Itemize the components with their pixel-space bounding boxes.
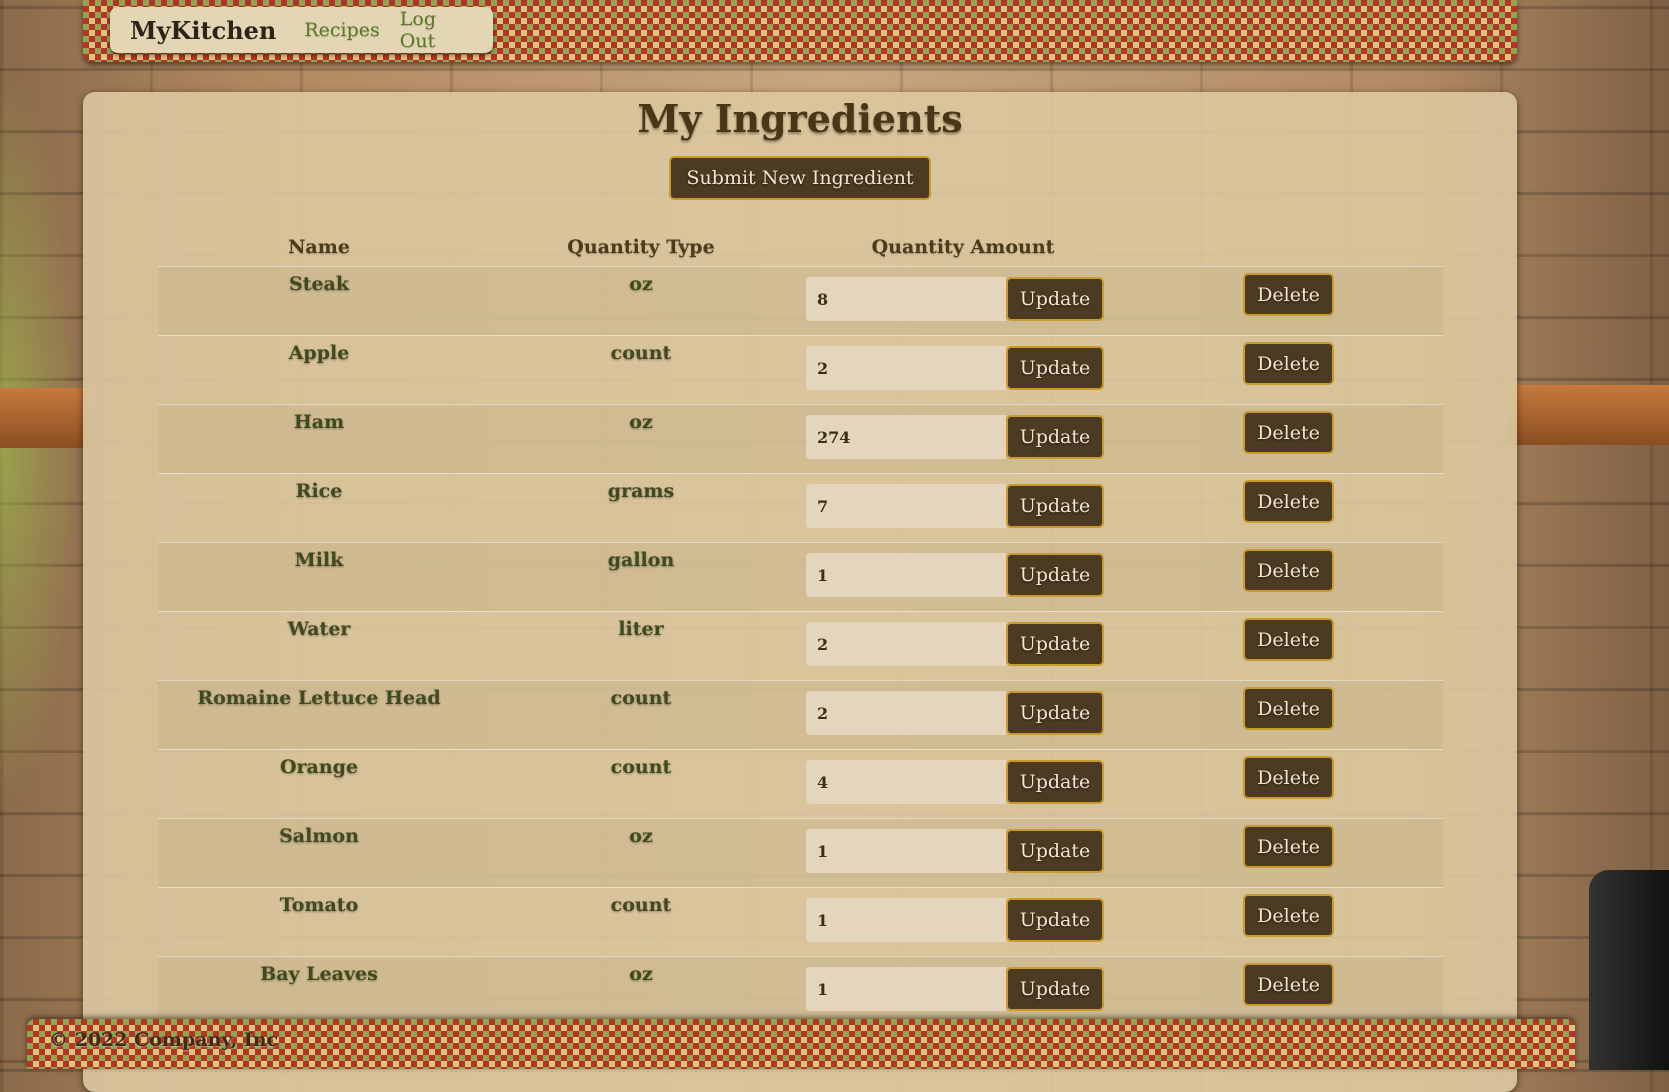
update-button[interactable]: Update [1006, 967, 1104, 1011]
table-body: Steak oz Update Delete Apple count Update Delet… [158, 266, 1443, 1025]
column-header-quantity-type: Quantity Type [567, 236, 715, 258]
ingredient-quantity-type: count [610, 687, 672, 709]
quantity-amount-input[interactable] [806, 898, 1006, 942]
quantity-amount-input[interactable] [806, 415, 1006, 459]
delete-button[interactable]: Delete [1243, 963, 1334, 1006]
ingredient-quantity-type: oz [629, 825, 653, 847]
background-blender [1589, 870, 1669, 1070]
table-row: Bay Leaves oz Update Delete [158, 956, 1443, 1025]
quantity-amount-input[interactable] [806, 277, 1006, 321]
table-row: Water liter Update Delete [158, 611, 1443, 680]
ingredient-quantity-type: grams [607, 480, 675, 502]
update-button[interactable]: Update [1006, 277, 1104, 321]
ingredient-quantity-type: liter [618, 618, 664, 640]
submit-new-ingredient-button[interactable]: Submit New Ingredient [669, 156, 931, 200]
delete-button[interactable]: Delete [1243, 342, 1334, 385]
brand-link[interactable]: MyKitchen [130, 16, 276, 45]
column-header-name: Name [288, 236, 350, 258]
ingredient-name: Rice [295, 480, 343, 502]
quantity-amount-input[interactable] [806, 691, 1006, 735]
quantity-amount-input[interactable] [806, 829, 1006, 873]
ingredients-table: Name Quantity Type Quantity Amount Steak… [158, 228, 1443, 1025]
table-row: Orange count Update Delete [158, 749, 1443, 818]
table-header-row: Name Quantity Type Quantity Amount [158, 228, 1443, 266]
ingredient-name: Salmon [279, 825, 359, 847]
update-button[interactable]: Update [1006, 484, 1104, 528]
table-row: Apple count Update Delete [158, 335, 1443, 404]
page-title: My Ingredients [637, 96, 963, 141]
table-row: Rice grams Update Delete [158, 473, 1443, 542]
nav-link-recipes[interactable]: Recipes [304, 19, 379, 41]
delete-button[interactable]: Delete [1243, 756, 1334, 799]
ingredients-panel: My Ingredients Submit New Ingredient Nam… [83, 92, 1517, 1092]
delete-button[interactable]: Delete [1243, 894, 1334, 937]
ingredient-quantity-type: oz [629, 963, 653, 985]
ingredient-quantity-type: count [610, 756, 672, 778]
quantity-amount-input[interactable] [806, 553, 1006, 597]
delete-button[interactable]: Delete [1243, 549, 1334, 592]
ingredient-name: Bay Leaves [260, 963, 378, 985]
quantity-amount-input[interactable] [806, 760, 1006, 804]
update-button[interactable]: Update [1006, 553, 1104, 597]
column-header-quantity-amount: Quantity Amount [871, 236, 1055, 258]
table-row: Steak oz Update Delete [158, 266, 1443, 335]
table-row: Tomato count Update Delete [158, 887, 1443, 956]
ingredient-name: Orange [279, 756, 359, 778]
ingredient-quantity-type: gallon [607, 549, 675, 571]
ingredient-name: Water [287, 618, 351, 640]
ingredient-quantity-type: count [610, 894, 672, 916]
quantity-amount-input[interactable] [806, 346, 1006, 390]
delete-button[interactable]: Delete [1243, 273, 1334, 316]
delete-button[interactable]: Delete [1243, 618, 1334, 661]
table-row: Romaine Lettuce Head count Update Delete [158, 680, 1443, 749]
delete-button[interactable]: Delete [1243, 480, 1334, 523]
update-button[interactable]: Update [1006, 760, 1104, 804]
table-row: Ham oz Update Delete [158, 404, 1443, 473]
table-row: Salmon oz Update Delete [158, 818, 1443, 887]
update-button[interactable]: Update [1006, 691, 1104, 735]
ingredient-name: Milk [294, 549, 344, 571]
ingredient-quantity-type: oz [629, 411, 653, 433]
update-button[interactable]: Update [1006, 415, 1104, 459]
update-button[interactable]: Update [1006, 346, 1104, 390]
ingredient-name: Steak [288, 273, 350, 295]
ingredient-quantity-type: oz [629, 273, 653, 295]
ingredient-name: Tomato [279, 894, 359, 916]
delete-button[interactable]: Delete [1243, 825, 1334, 868]
ingredient-name: Ham [293, 411, 345, 433]
ingredient-name: Romaine Lettuce Head [197, 687, 441, 709]
table-row: Milk gallon Update Delete [158, 542, 1443, 611]
quantity-amount-input[interactable] [806, 484, 1006, 528]
nav-link-log-out[interactable]: Log Out [400, 8, 473, 52]
update-button[interactable]: Update [1006, 622, 1104, 666]
update-button[interactable]: Update [1006, 898, 1104, 942]
delete-button[interactable]: Delete [1243, 411, 1334, 454]
footer: © 2022 Company, Inc [27, 1019, 1575, 1069]
delete-button[interactable]: Delete [1243, 687, 1334, 730]
navbar: MyKitchen Recipes Log Out [83, 0, 1517, 62]
footer-copyright: © 2022 Company, Inc [49, 1029, 279, 1051]
nav-menu-box: MyKitchen Recipes Log Out [110, 7, 493, 53]
quantity-amount-input[interactable] [806, 967, 1006, 1011]
background-shelf-right [1509, 385, 1669, 445]
ingredient-name: Apple [288, 342, 350, 364]
update-button[interactable]: Update [1006, 829, 1104, 873]
ingredient-quantity-type: count [610, 342, 672, 364]
background-shelf-left [0, 388, 90, 448]
quantity-amount-input[interactable] [806, 622, 1006, 666]
